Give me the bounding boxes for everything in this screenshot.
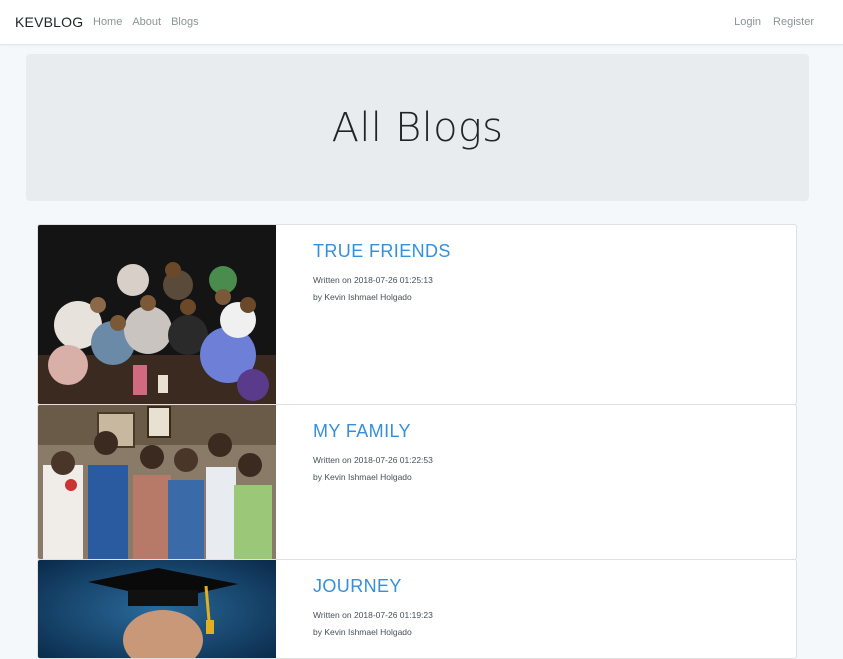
page-title: All Blogs [331,104,504,151]
post-date: Written on 2018-07-26 01:19:23 [313,610,433,620]
jumbotron: All Blogs [26,54,809,201]
nav-register-link[interactable]: Register [773,16,814,28]
nav-blogs-link[interactable]: Blogs [171,16,199,28]
post-author: by Kevin Ishmael Holgado [313,472,412,482]
brand-link[interactable]: KEVBLOG [15,14,83,30]
blog-post-card: JOURNEY Written on 2018-07-26 01:19:23 b… [37,559,797,659]
post-body: TRUE FRIENDS Written on 2018-07-26 01:25… [313,241,451,306]
nav-home-link[interactable]: Home [93,16,122,28]
nav-right: Login Register [734,16,814,28]
post-title-link[interactable]: JOURNEY [313,576,433,597]
post-date: Written on 2018-07-26 01:22:53 [313,455,433,465]
post-author: by Kevin Ishmael Holgado [313,292,412,302]
nav-left: Home About Blogs [93,16,199,28]
post-body: MY FAMILY Written on 2018-07-26 01:22:53… [313,421,433,486]
post-body: JOURNEY Written on 2018-07-26 01:19:23 b… [313,576,433,641]
blog-post-card: MY FAMILY Written on 2018-07-26 01:22:53… [37,404,797,560]
post-title-link[interactable]: TRUE FRIENDS [313,241,451,262]
nav-login-link[interactable]: Login [734,16,761,28]
blog-post-card: TRUE FRIENDS Written on 2018-07-26 01:25… [37,224,797,405]
post-author: by Kevin Ishmael Holgado [313,627,412,637]
navbar: KEVBLOG Home About Blogs Login Register [0,0,843,45]
post-image-family[interactable] [38,405,276,559]
post-title-link[interactable]: MY FAMILY [313,421,433,442]
post-image-friends[interactable] [38,225,276,404]
post-image-graduation[interactable] [38,560,276,658]
nav-about-link[interactable]: About [132,16,161,28]
post-date: Written on 2018-07-26 01:25:13 [313,275,433,285]
